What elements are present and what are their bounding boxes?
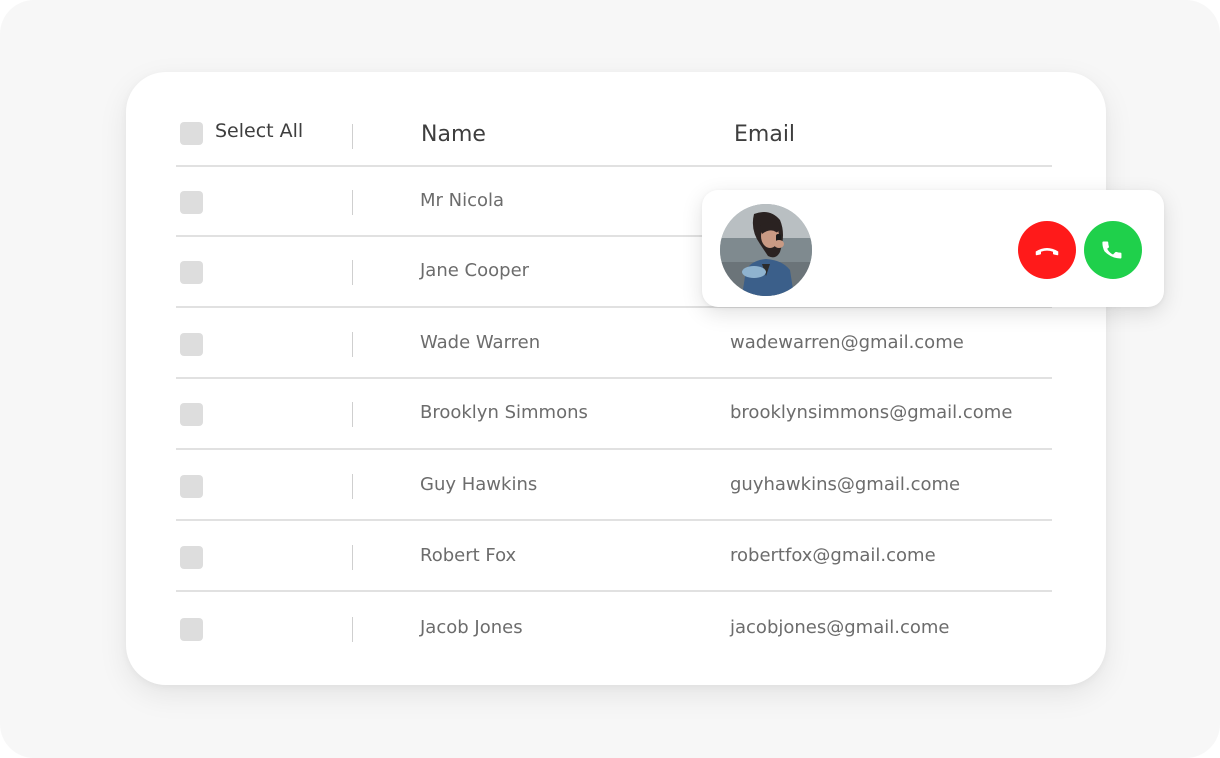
column-header-email: Email xyxy=(734,122,796,147)
accept-call-button[interactable] xyxy=(1084,221,1142,279)
column-divider xyxy=(352,617,353,642)
table-row: Brooklyn Simmons brooklynsimmons@gmail.c… xyxy=(176,380,1052,450)
incoming-call-card xyxy=(702,190,1164,307)
row-email: guyhawkins@gmail.come xyxy=(730,474,961,495)
contacts-table-card: Select All Name Email Mr Nicola Jane Coo… xyxy=(126,72,1106,685)
row-checkbox[interactable] xyxy=(180,546,203,569)
table-row: Wade Warren wadewarren@gmail.come xyxy=(176,309,1052,379)
row-name: Jacob Jones xyxy=(420,617,523,638)
table-header-row: Select All Name Email xyxy=(176,97,1052,167)
column-divider xyxy=(352,260,353,285)
row-checkbox[interactable] xyxy=(180,191,203,214)
row-email: robertfox@gmail.come xyxy=(730,545,936,566)
row-email: wadewarren@gmail.come xyxy=(730,332,964,353)
row-email: brooklynsimmons@gmail.come xyxy=(730,402,1013,423)
hang-up-icon xyxy=(1035,248,1059,256)
row-name: Brooklyn Simmons xyxy=(420,402,588,423)
phone-icon xyxy=(1102,241,1122,259)
column-divider xyxy=(352,474,353,499)
row-name: Wade Warren xyxy=(420,332,541,353)
column-divider xyxy=(352,190,353,215)
row-name: Robert Fox xyxy=(420,545,517,566)
row-email: jacobjones@gmail.come xyxy=(730,617,950,638)
column-divider xyxy=(352,124,353,149)
caller-avatar xyxy=(720,204,812,296)
row-checkbox[interactable] xyxy=(180,618,203,641)
page-background: Select All Name Email Mr Nicola Jane Coo… xyxy=(0,0,1220,758)
row-name: Mr Nicola xyxy=(420,190,505,211)
row-checkbox[interactable] xyxy=(180,403,203,426)
select-all-checkbox[interactable] xyxy=(180,122,203,145)
column-divider xyxy=(352,545,353,570)
column-header-name: Name xyxy=(421,122,486,147)
table-row: Robert Fox robertfox@gmail.come xyxy=(176,522,1052,592)
row-name: Guy Hawkins xyxy=(420,474,538,495)
row-checkbox[interactable] xyxy=(180,333,203,356)
column-divider xyxy=(352,402,353,427)
table-row: Jacob Jones jacobjones@gmail.come xyxy=(176,594,1052,664)
decline-call-button[interactable] xyxy=(1018,221,1076,279)
caller-photo xyxy=(720,204,812,296)
table-row: Guy Hawkins guyhawkins@gmail.come xyxy=(176,451,1052,521)
select-all-label: Select All xyxy=(215,120,304,142)
column-divider xyxy=(352,332,353,357)
row-name: Jane Cooper xyxy=(420,260,530,281)
row-checkbox[interactable] xyxy=(180,261,203,284)
row-checkbox[interactable] xyxy=(180,475,203,498)
